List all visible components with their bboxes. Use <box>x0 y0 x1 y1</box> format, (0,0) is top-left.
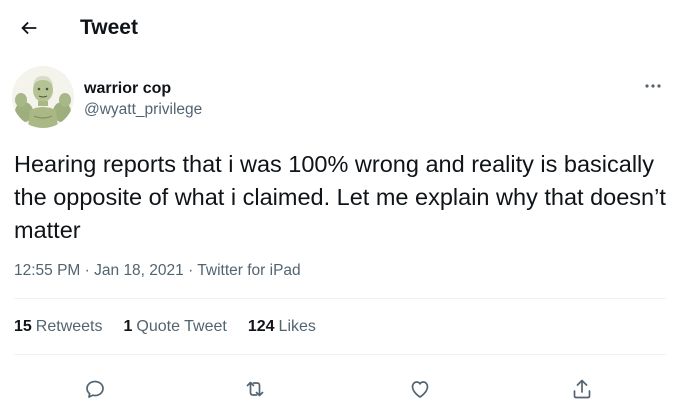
tweet-author: warrior cop @wyatt_privilege <box>0 58 680 128</box>
divider <box>14 354 666 355</box>
more-horizontal-icon <box>645 84 661 88</box>
tweet-source[interactable]: Twitter for iPad <box>197 262 300 279</box>
like-icon <box>411 381 429 398</box>
back-button[interactable] <box>14 13 44 43</box>
tweet-date[interactable]: Jan 18, 2021 <box>94 262 184 279</box>
likes-count: 124 <box>247 318 275 335</box>
tweet-actions <box>0 368 680 408</box>
display-name[interactable]: warrior cop <box>84 79 171 99</box>
retweet-button[interactable] <box>238 372 272 406</box>
more-button[interactable] <box>640 76 666 96</box>
share-icon <box>573 379 591 399</box>
retweets-stat[interactable]: 15 Retweets <box>14 316 103 338</box>
reply-icon <box>86 380 104 398</box>
page-title: Tweet <box>80 16 138 39</box>
share-button[interactable] <box>565 372 599 406</box>
retweets-label: Retweets <box>35 318 103 335</box>
meta-separator: · <box>188 262 198 279</box>
likes-stat[interactable]: 124 Likes <box>248 316 316 338</box>
arrow-left-icon <box>21 21 37 35</box>
quotes-label: Quote Tweet <box>136 318 227 335</box>
retweets-count: 15 <box>14 318 32 335</box>
like-button[interactable] <box>403 372 437 406</box>
quote-tweets-stat[interactable]: 1 Quote Tweet <box>124 316 227 338</box>
reply-button[interactable] <box>78 372 112 406</box>
tweet-meta: 12:55 PM · Jan 18, 2021 · Twitter for iP… <box>14 261 301 281</box>
likes-label: Likes <box>278 318 316 335</box>
meta-separator: · <box>84 262 95 279</box>
header: Tweet <box>0 0 680 56</box>
tweet-time[interactable]: 12:55 PM <box>14 262 80 279</box>
quotes-count: 1 <box>123 318 133 335</box>
tweet-stats: 15 Retweets 1 Quote Tweet 124 Likes <box>14 316 337 338</box>
tweet-text: Hearing reports that i was 100% wrong an… <box>14 151 666 243</box>
avatar-image <box>12 66 74 128</box>
retweet-icon <box>246 381 264 397</box>
divider <box>14 298 666 299</box>
avatar[interactable] <box>12 66 74 128</box>
user-handle[interactable]: @wyatt_privilege <box>84 100 202 120</box>
